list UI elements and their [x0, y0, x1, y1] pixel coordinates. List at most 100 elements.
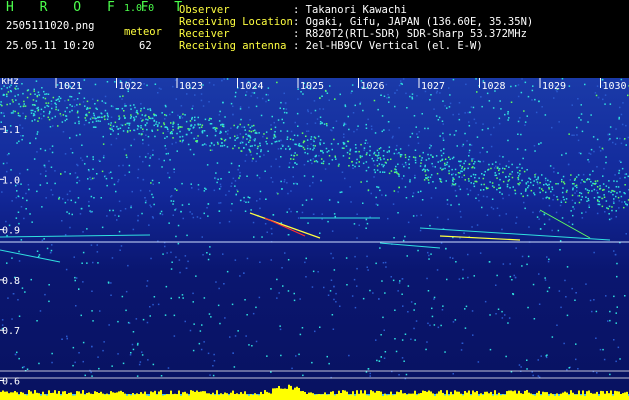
noise-band-speck	[507, 180, 510, 182]
noise-speck	[250, 95, 252, 97]
noise-speck	[413, 115, 416, 117]
noise-speck	[166, 136, 168, 138]
noise-band-speck	[348, 157, 351, 159]
bottom-bar-bin	[50, 393, 52, 400]
noise-speck	[111, 126, 113, 128]
noise-band-speck	[548, 183, 550, 186]
noise-speck	[69, 190, 71, 192]
noise-speck	[504, 113, 506, 116]
noise-speck	[296, 211, 298, 213]
noise-band-speck	[243, 147, 245, 149]
noise-speck	[79, 213, 82, 215]
noise-speck	[172, 85, 174, 88]
noise-speck	[543, 223, 546, 225]
noise-speck	[464, 132, 466, 135]
noise-speck	[92, 156, 94, 158]
noise-speck	[62, 131, 65, 133]
noise-speck	[48, 284, 50, 286]
noise-speck	[433, 324, 436, 326]
bottom-bar-bin	[468, 390, 470, 400]
noise-band-speck	[232, 147, 234, 150]
noise-band-speck	[187, 128, 189, 130]
noise-speck	[312, 139, 315, 141]
noise-band-speck	[408, 167, 410, 169]
noise-speck	[230, 127, 232, 129]
noise-speck	[625, 173, 628, 175]
noise-band-speck	[84, 105, 86, 107]
bottom-bar-bin	[354, 395, 356, 400]
noise-speck	[219, 202, 222, 204]
noise-band-speck	[488, 163, 490, 166]
noise-speck	[233, 366, 236, 368]
noise-band-speck	[476, 180, 478, 183]
noise-speck	[471, 310, 474, 312]
noise-band-speck	[393, 152, 396, 155]
noise-band-speck	[170, 122, 172, 124]
bottom-bar-bin	[290, 385, 292, 400]
bottom-bar-bin	[222, 394, 224, 400]
noise-band-speck	[534, 176, 536, 178]
noise-band-speck	[48, 118, 51, 121]
noise-band-speck	[376, 165, 379, 167]
noise-speck	[157, 303, 160, 306]
bottom-bar-bin	[392, 395, 394, 400]
noise-speck	[297, 88, 299, 90]
noise-band-speck	[70, 96, 73, 98]
noise-speck	[124, 103, 126, 105]
noise-speck	[292, 176, 294, 178]
bottom-bar-bin	[542, 391, 544, 400]
noise-band-speck	[126, 131, 129, 133]
noise-speck	[440, 324, 442, 327]
noise-band-speck	[322, 160, 325, 163]
bottom-bar-bin	[390, 391, 392, 400]
noise-speck	[573, 183, 575, 185]
bottom-bar-bin	[584, 395, 586, 400]
bottom-bar-bin	[438, 391, 440, 400]
noise-speck	[101, 170, 104, 173]
noise-band-speck	[354, 165, 356, 168]
noise-speck	[256, 174, 259, 177]
noise-speck	[290, 210, 292, 213]
noise-speck	[30, 278, 32, 281]
noise-speck	[277, 119, 280, 121]
noise-band-speck	[118, 118, 120, 120]
noise-band-speck	[310, 138, 312, 140]
noise-band-speck	[92, 121, 94, 123]
noise-speck	[520, 133, 522, 136]
noise-speck	[130, 206, 132, 209]
noise-band-speck	[511, 176, 514, 179]
noise-band-speck	[608, 186, 610, 189]
noise-speck	[64, 153, 67, 155]
noise-speck	[112, 209, 114, 212]
bottom-bar-bin	[388, 394, 390, 400]
bottom-bar-bin	[230, 392, 232, 400]
noise-speck	[344, 105, 347, 108]
bottom-bar-bin	[86, 393, 88, 400]
bottom-bar-bin	[486, 391, 488, 400]
noise-speck	[621, 201, 623, 203]
noise-band-speck	[226, 146, 229, 148]
noise-speck	[449, 133, 451, 136]
noise-speck	[189, 211, 191, 213]
noise-speck	[375, 196, 377, 199]
noise-band-speck	[541, 174, 543, 176]
noise-band-speck	[93, 114, 95, 117]
noise-speck	[221, 79, 223, 82]
noise-speck	[287, 290, 290, 292]
noise-band-speck	[478, 177, 480, 179]
noise-band-speck	[87, 107, 89, 110]
noise-speck	[246, 257, 249, 260]
noise-speck	[359, 101, 362, 104]
noise-speck	[415, 126, 417, 128]
noise-speck	[540, 142, 542, 144]
noise-speck	[570, 174, 572, 176]
noise-band-speck	[451, 157, 454, 160]
noise-band-speck	[248, 134, 251, 137]
noise-band-speck	[388, 150, 390, 153]
noise-speck	[202, 144, 204, 146]
noise-speck	[448, 87, 450, 89]
noise-speck	[117, 180, 119, 183]
noise-band-speck	[587, 192, 590, 194]
noise-speck	[147, 152, 149, 155]
noise-band-speck	[427, 153, 429, 156]
